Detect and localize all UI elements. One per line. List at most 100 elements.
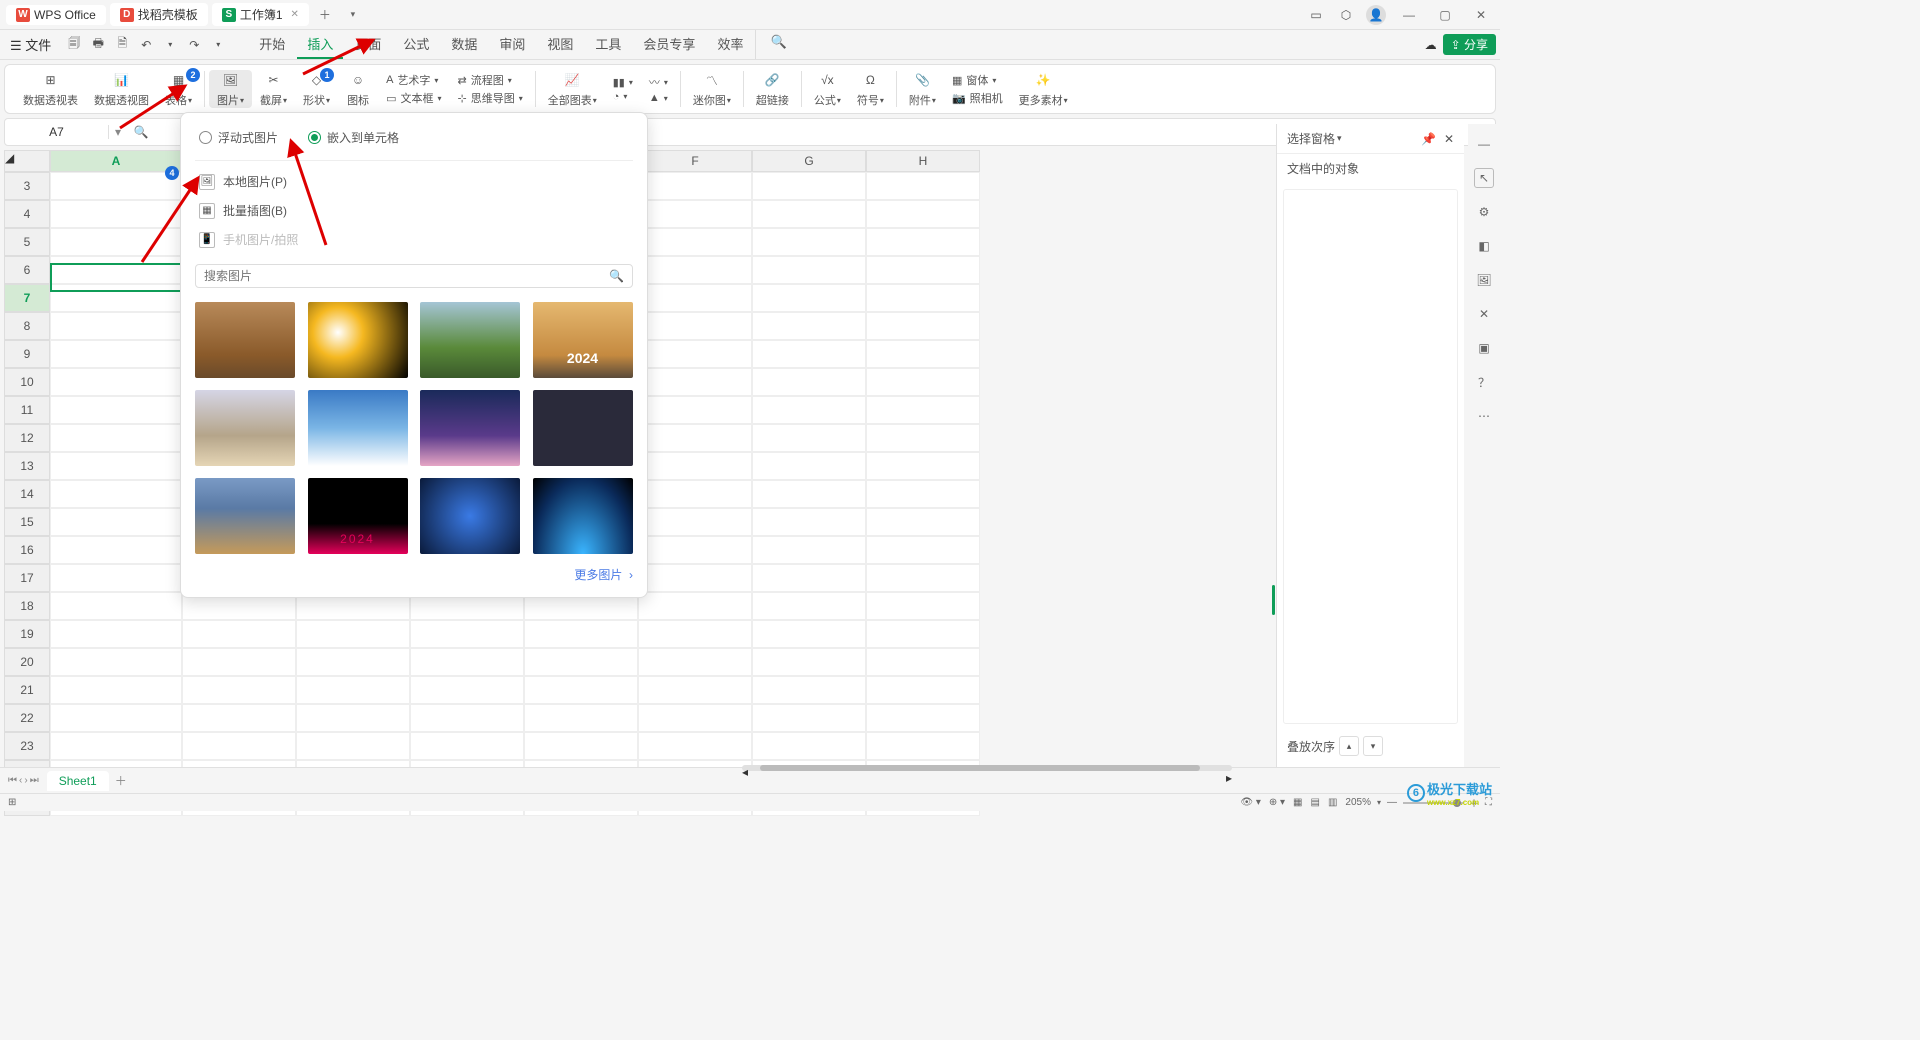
sidebar-collapse[interactable]: — [1474, 134, 1494, 154]
close-panel-icon[interactable]: ✕ [1444, 132, 1454, 146]
view-pagebreak[interactable]: ▥ [1328, 797, 1337, 808]
cell[interactable] [638, 564, 752, 592]
tab-list-dropdown[interactable]: ▾ [341, 3, 365, 27]
cell[interactable] [182, 732, 296, 760]
cell[interactable] [752, 256, 866, 284]
cell[interactable] [752, 284, 866, 312]
row-3[interactable]: 3 [4, 172, 50, 200]
cell[interactable] [866, 732, 980, 760]
cell[interactable] [638, 480, 752, 508]
cell[interactable] [866, 676, 980, 704]
cell[interactable] [752, 172, 866, 200]
row-6[interactable]: 6 [4, 256, 50, 284]
row-13[interactable]: 13 [4, 452, 50, 480]
thumb-windfarm[interactable] [420, 302, 520, 378]
add-sheet-button[interactable]: ＋ [115, 772, 127, 789]
cell[interactable] [50, 508, 182, 536]
sheet-nav-last[interactable]: ⏭ [30, 775, 39, 786]
row-20[interactable]: 20 [4, 648, 50, 676]
more-images-link[interactable]: 更多图片 › [195, 566, 633, 583]
status-focus-icon[interactable]: ⊕ ▾ [1269, 797, 1285, 808]
view-normal[interactable]: ▦ [1293, 797, 1302, 808]
ribbon-area-chart[interactable]: ▲▾ [649, 92, 668, 104]
undo-icon[interactable]: ↶ [137, 36, 155, 54]
save-icon[interactable]: 🗐 [65, 36, 83, 54]
ribbon-hyperlink[interactable]: 🔗超链接 [748, 70, 797, 108]
row-9[interactable]: 9 [4, 340, 50, 368]
cell[interactable] [638, 508, 752, 536]
cell[interactable] [638, 368, 752, 396]
cell[interactable] [50, 368, 182, 396]
cell[interactable] [50, 480, 182, 508]
sidebar-crosshair-icon[interactable]: ✕ [1474, 304, 1494, 324]
new-tab-button[interactable]: ＋ [313, 3, 337, 27]
undo-dropdown[interactable]: ▾ [161, 36, 179, 54]
cell[interactable] [410, 704, 524, 732]
status-mode-icon[interactable]: ⊞ [8, 797, 16, 808]
tab-member[interactable]: 会员专享 [633, 30, 705, 59]
radio-floating[interactable]: 浮动式图片 [199, 129, 278, 146]
cell[interactable] [410, 648, 524, 676]
sidebar-layout-icon[interactable]: ▣ [1474, 338, 1494, 358]
redo-icon[interactable]: ↷ [185, 36, 203, 54]
cell[interactable] [50, 172, 182, 200]
row-15[interactable]: 15 [4, 508, 50, 536]
cell[interactable] [866, 396, 980, 424]
tab-tools[interactable]: 工具 [585, 30, 631, 59]
cell[interactable] [752, 396, 866, 424]
cell[interactable] [50, 312, 182, 340]
tab-close-icon[interactable]: ✕ [291, 9, 299, 20]
cell[interactable] [866, 592, 980, 620]
cell[interactable] [866, 200, 980, 228]
status-eye-icon[interactable]: 👁 ▾ [1240, 797, 1261, 808]
ribbon-bar-chart[interactable]: ▮▮▾ [613, 76, 633, 89]
cell[interactable] [638, 284, 752, 312]
row-18[interactable]: 18 [4, 592, 50, 620]
thumb-office-cheer[interactable] [420, 390, 520, 466]
cell[interactable] [866, 256, 980, 284]
thumb-snow-forest[interactable] [195, 390, 295, 466]
sidebar-style-icon[interactable]: ◧ [1474, 236, 1494, 256]
cell[interactable] [752, 620, 866, 648]
cell[interactable] [50, 340, 182, 368]
row-23[interactable]: 23 [4, 732, 50, 760]
cell[interactable] [50, 536, 182, 564]
ribbon-flowchart[interactable]: ⇄流程图▾ [457, 72, 511, 88]
cell[interactable] [638, 452, 752, 480]
tab-insert[interactable]: 插入 [297, 30, 343, 59]
tab-formula[interactable]: 公式 [393, 30, 439, 59]
row-22[interactable]: 22 [4, 704, 50, 732]
radio-embed-cell[interactable]: 嵌入到单元格 [308, 129, 399, 146]
cell[interactable] [752, 340, 866, 368]
print-icon[interactable]: 🖶 [89, 36, 107, 54]
cell[interactable] [866, 480, 980, 508]
row-5[interactable]: 5 [4, 228, 50, 256]
cell[interactable] [296, 704, 410, 732]
cell[interactable] [752, 648, 866, 676]
cube-icon[interactable]: ⬡ [1336, 5, 1356, 25]
ribbon-mindmap[interactable]: ⊹思维导图▾ [457, 90, 522, 106]
ribbon-symbol[interactable]: Ω符号▾ [849, 70, 892, 108]
sheet-nav-next[interactable]: › [24, 775, 27, 786]
name-box-dropdown[interactable]: ▾ [109, 125, 127, 139]
row-12[interactable]: 12 [4, 424, 50, 452]
thumb-horse[interactable] [195, 302, 295, 378]
cell[interactable] [752, 368, 866, 396]
cell[interactable] [50, 396, 182, 424]
ribbon-shapes[interactable]: ◇形状▾1 [295, 70, 338, 108]
ribbon-table[interactable]: ▦表格▾2 [157, 70, 200, 108]
cell[interactable] [50, 284, 182, 312]
cell[interactable] [752, 312, 866, 340]
cell[interactable] [50, 592, 182, 620]
thumb-target[interactable] [308, 302, 408, 378]
cell[interactable] [866, 228, 980, 256]
view-pagelayout[interactable]: ▤ [1311, 797, 1320, 808]
cell[interactable] [524, 732, 638, 760]
row-8[interactable]: 8 [4, 312, 50, 340]
tab-start[interactable]: 开始 [249, 30, 295, 59]
ribbon-form[interactable]: ▦窗体▾ [952, 72, 996, 88]
cell[interactable] [50, 228, 182, 256]
ribbon-icons[interactable]: ☺图标 [338, 70, 378, 108]
cell[interactable] [50, 648, 182, 676]
ribbon-equation[interactable]: √x公式▾ [806, 70, 849, 108]
